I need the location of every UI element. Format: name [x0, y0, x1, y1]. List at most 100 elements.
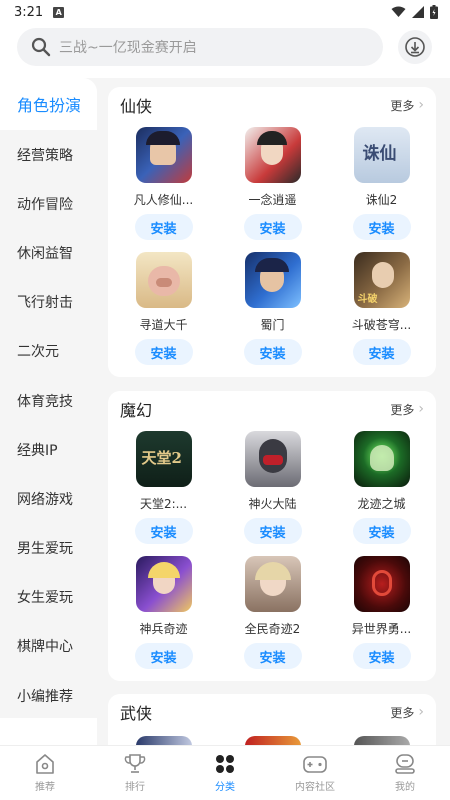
tab-mine[interactable]: 我的 — [360, 746, 450, 800]
sidebar-item-role-playing[interactable]: 角色扮演 — [0, 78, 97, 130]
sidebar-item-board[interactable]: 棋牌中心 — [0, 622, 97, 671]
install-button[interactable]: 安装 — [243, 339, 302, 365]
sidebar-item-label: 二次元 — [17, 344, 59, 361]
install-button[interactable]: 安装 — [243, 214, 302, 240]
section-card: 魔幻 更多 › 天堂2 天堂2:... 安装 神火大陆 安装 龙迹之城 安装 神… — [108, 391, 436, 681]
install-button[interactable]: 安装 — [352, 339, 411, 365]
download-button[interactable] — [398, 30, 432, 64]
install-button[interactable]: 安装 — [352, 518, 411, 544]
sidebar-item-strategy[interactable]: 经营策略 — [0, 130, 97, 179]
tab-label: 排行 — [125, 782, 145, 793]
search-input[interactable]: 三战~一亿现金赛开启 — [17, 28, 383, 66]
sidebar-item-label: 角色扮演 — [17, 96, 82, 115]
game-item[interactable]: 诛仙 诛仙2 安装 — [327, 123, 436, 248]
game-name: 天堂2:... — [139, 497, 188, 511]
sidebar-item-online[interactable]: 网络游戏 — [0, 474, 97, 523]
game-icon-doupo[interactable]: 斗破 — [353, 252, 410, 308]
more-label: 更多 — [390, 705, 415, 720]
section-header: 魔幻 更多 › — [108, 391, 436, 427]
sidebar-item-classic-ip[interactable]: 经典IP — [0, 425, 97, 474]
game-item[interactable]: 龙迹之城 安装 — [327, 427, 436, 552]
install-button[interactable]: 安装 — [134, 518, 193, 544]
game-icon-partial[interactable] — [354, 736, 410, 745]
install-button[interactable]: 安装 — [352, 643, 411, 669]
section-title: 仙侠 — [120, 97, 153, 116]
game-name: 蜀门 — [260, 318, 285, 332]
install-button[interactable]: 安装 — [134, 214, 193, 240]
tab-label: 内容社区 — [295, 782, 335, 793]
game-icon-xundao[interactable] — [135, 252, 192, 308]
tab-recommend[interactable]: 推荐 — [0, 746, 90, 800]
game-item[interactable]: 一念逍遥 安装 — [218, 123, 327, 248]
game-icon-yishijie[interactable] — [353, 556, 410, 612]
game-icon-zhuxian[interactable]: 诛仙 — [353, 127, 410, 183]
game-item[interactable]: 全民奇迹2 安装 — [218, 552, 327, 677]
sidebar-item-boys[interactable]: 男生爱玩 — [0, 524, 97, 573]
sidebar-item-casual[interactable]: 休闲益智 — [0, 228, 97, 277]
install-button[interactable]: 安装 — [134, 339, 193, 365]
install-button[interactable]: 安装 — [243, 518, 302, 544]
game-icon-quanmin[interactable] — [244, 556, 301, 612]
sidebar-item-label: 飞行射击 — [17, 295, 73, 312]
game-name: 神火大陆 — [248, 497, 297, 511]
section-card: 仙侠 更多 › 凡人修仙... 安装 一念逍遥 安装 诛仙 诛仙2 安装 寻道大… — [108, 87, 436, 377]
tab-ranking[interactable]: 排行 — [90, 746, 180, 800]
sidebar-item-action[interactable]: 动作冒险 — [0, 179, 97, 228]
tab-label: 推荐 — [35, 782, 55, 793]
game-icon-shenbing[interactable] — [135, 556, 192, 612]
more-link[interactable]: 更多 › — [390, 704, 424, 721]
search-placeholder: 三战~一亿现金赛开启 — [59, 40, 197, 56]
category-sidebar: 角色扮演 经营策略 动作冒险 休闲益智 飞行射击 二次元 体育竞技 经典IP 网… — [0, 78, 97, 718]
search-icon — [31, 37, 51, 57]
sidebar-item-label: 经营策略 — [17, 147, 73, 164]
game-name: 异世界勇... — [351, 622, 412, 636]
game-name: 斗破苍穹... — [351, 318, 412, 332]
game-item[interactable]: 蜀门 安装 — [218, 248, 327, 373]
grid-dots-icon — [216, 755, 234, 773]
sidebar-item-label: 经典IP — [17, 442, 58, 459]
sidebar-item-editor-pick[interactable]: 小编推荐 — [0, 671, 97, 720]
tab-community[interactable]: 内容社区 — [270, 746, 360, 800]
game-icon-shumen[interactable] — [244, 252, 301, 308]
game-icon-fanren[interactable] — [135, 127, 192, 183]
more-link[interactable]: 更多 › — [390, 97, 424, 114]
install-button[interactable]: 安装 — [243, 643, 302, 669]
game-item[interactable]: 天堂2 天堂2:... 安装 — [109, 427, 218, 552]
more-link[interactable]: 更多 › — [390, 401, 424, 418]
search-row: 三战~一亿现金赛开启 — [0, 28, 450, 70]
game-item[interactable]: 斗破 斗破苍穹... 安装 — [327, 248, 436, 373]
profile-icon — [395, 754, 415, 774]
category-content: 仙侠 更多 › 凡人修仙... 安装 一念逍遥 安装 诛仙 诛仙2 安装 寻道大… — [97, 78, 450, 745]
install-button[interactable]: 安装 — [352, 214, 411, 240]
status-icons — [391, 5, 438, 19]
status-time: 3:21 — [14, 4, 44, 20]
game-icon-shenhuo[interactable] — [244, 431, 301, 487]
game-item[interactable]: 神火大陆 安装 — [218, 427, 327, 552]
signal-icon — [412, 6, 424, 18]
chevron-right-icon: › — [418, 704, 424, 720]
tab-category[interactable]: 分类 — [180, 746, 270, 800]
bottom-navigation: 推荐 排行 分类 内容社区 我的 — [0, 745, 450, 800]
game-icon-partial[interactable] — [245, 736, 301, 745]
section-title: 武侠 — [120, 704, 153, 723]
game-item[interactable]: 神兵奇迹 安装 — [109, 552, 218, 677]
game-icon-tiantang[interactable]: 天堂2 — [135, 431, 192, 487]
gamepad-icon — [303, 756, 327, 773]
game-icon-longji[interactable] — [353, 431, 410, 487]
sidebar-item-anime[interactable]: 二次元 — [0, 327, 97, 376]
home-icon — [36, 754, 54, 774]
section-card: 武侠 更多 › — [108, 694, 436, 745]
sidebar-item-girls[interactable]: 女生爱玩 — [0, 573, 97, 622]
sidebar-item-shooter[interactable]: 飞行射击 — [0, 278, 97, 327]
game-icon-partial[interactable] — [136, 736, 192, 745]
game-item[interactable]: 凡人修仙... 安装 — [109, 123, 218, 248]
game-item[interactable]: 异世界勇... 安装 — [327, 552, 436, 677]
sidebar-item-label: 网络游戏 — [17, 491, 73, 508]
sidebar-item-label: 小编推荐 — [17, 688, 73, 705]
install-button[interactable]: 安装 — [134, 643, 193, 669]
game-grid: 凡人修仙... 安装 一念逍遥 安装 诛仙 诛仙2 安装 寻道大千 安装 蜀门 … — [108, 123, 436, 373]
game-icon-yinian[interactable] — [244, 127, 301, 183]
game-item[interactable]: 寻道大千 安装 — [109, 248, 218, 373]
section-header: 仙侠 更多 › — [108, 87, 436, 123]
sidebar-item-sports[interactable]: 体育竞技 — [0, 376, 97, 425]
